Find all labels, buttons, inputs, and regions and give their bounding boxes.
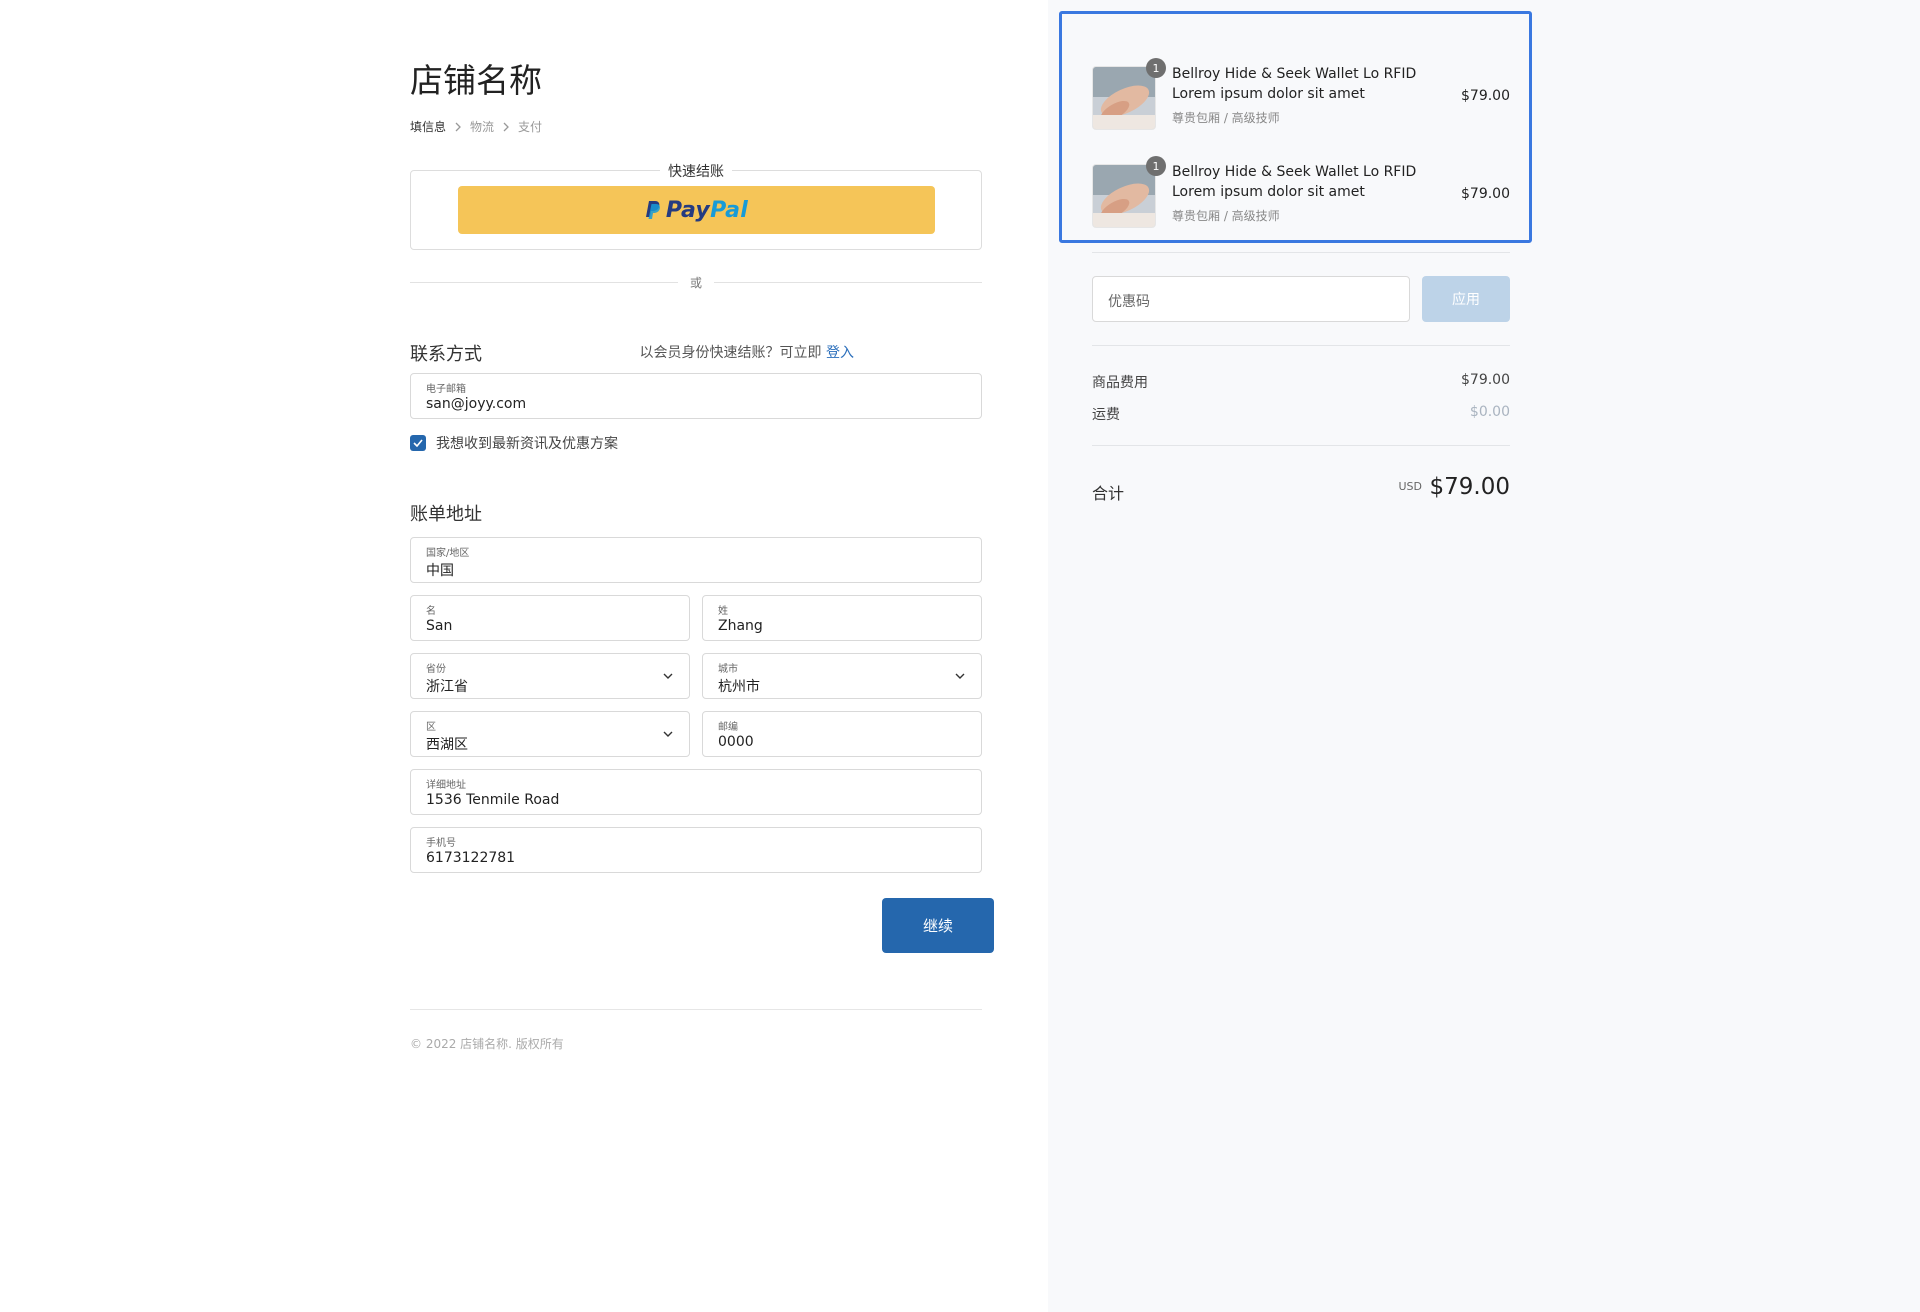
product-price: $79.00 — [1461, 186, 1510, 202]
address-field[interactable]: 详细地址 1536 Tenmile Road — [410, 769, 982, 815]
summary-divider — [1092, 252, 1510, 253]
city-label: 城市 — [718, 664, 738, 675]
district-label: 区 — [426, 722, 436, 733]
checkmark-icon — [413, 439, 423, 447]
subtotal-row: 商品费用 $79.00 — [1092, 372, 1510, 392]
first-name-label: 名 — [426, 606, 436, 617]
product-name: Bellroy Hide & Seek Wallet Lo RFID Lorem… — [1172, 164, 1417, 200]
paypal-logo-icon — [645, 200, 661, 220]
last-name-field[interactable]: 姓 Zhang — [702, 595, 982, 641]
total-label: 合计 — [1092, 484, 1125, 503]
cart-item: 1 Bellroy Hide & Seek Wallet Lo RFID Lor… — [1092, 156, 1510, 228]
store-name: 店铺名称 — [410, 61, 542, 100]
zip-label: 邮编 — [718, 722, 738, 733]
shipping-label: 运费 — [1092, 407, 1120, 423]
product-variant: 尊贵包厢 / 高级技师 — [1172, 111, 1280, 125]
first-name-field[interactable]: 名 San — [410, 595, 690, 641]
product-thumbnail — [1092, 164, 1156, 228]
or-divider: 或 — [410, 274, 982, 290]
product-name: Bellroy Hide & Seek Wallet Lo RFID Lorem… — [1172, 66, 1417, 102]
footer-divider — [410, 1009, 982, 1010]
apply-coupon-button[interactable]: 应用 — [1422, 276, 1510, 322]
continue-button[interactable]: 继续 — [882, 898, 994, 953]
province-select[interactable]: 省份 浙江省 — [410, 653, 690, 699]
subtotal-value: $79.00 — [1461, 372, 1510, 388]
address-value: 1536 Tenmile Road — [426, 792, 560, 808]
email-field[interactable]: 电子邮箱 san@joyy.com — [410, 373, 982, 419]
email-field-value: san@joyy.com — [426, 396, 527, 412]
phone-label: 手机号 — [426, 838, 456, 849]
paypal-button[interactable]: PayPal — [458, 186, 935, 234]
summary-divider — [1092, 345, 1510, 346]
chevron-down-icon — [955, 673, 965, 679]
footer-copyright: © 2022 店铺名称. 版权所有 — [410, 1037, 564, 1051]
chevron-right-icon — [503, 122, 509, 131]
province-label: 省份 — [426, 664, 446, 675]
currency-code: USD — [1398, 480, 1422, 493]
total-row: 合计 USD $79.00 — [1092, 474, 1510, 504]
express-checkout-box: 快速结账 PayPal — [410, 161, 982, 250]
district-value: 西湖区 — [426, 737, 468, 753]
address-label: 详细地址 — [426, 780, 466, 791]
product-price: $79.00 — [1461, 88, 1510, 104]
phone-value: 6173122781 — [426, 850, 516, 866]
breadcrumb-step-shipping[interactable]: 物流 — [470, 118, 494, 135]
country-select[interactable]: 国家/地区 中国 — [410, 537, 982, 583]
summary-divider — [1092, 445, 1510, 446]
zip-field[interactable]: 邮编 0000 — [702, 711, 982, 757]
billing-section-title: 账单地址 — [410, 504, 482, 525]
first-name-value: San — [426, 618, 453, 634]
newsletter-option: 我想收到最新资讯及优惠方案 — [410, 433, 618, 453]
chevron-right-icon — [455, 122, 461, 131]
product-variant: 尊贵包厢 / 高级技师 — [1172, 209, 1280, 223]
newsletter-checkbox[interactable] — [410, 435, 426, 451]
phone-field[interactable]: 手机号 6173122781 — [410, 827, 982, 873]
express-checkout-title: 快速结账 — [660, 161, 732, 181]
cart-item: 1 Bellroy Hide & Seek Wallet Lo RFID Lor… — [1092, 58, 1510, 130]
member-login-prompt: 以会员身份快速结账？可立即 登入 — [640, 342, 854, 362]
login-link[interactable]: 登入 — [826, 345, 854, 361]
breadcrumb-step-info[interactable]: 填信息 — [410, 118, 446, 135]
paypal-wordmark-pal: Pal — [710, 197, 749, 223]
contact-section-title: 联系方式 — [410, 344, 482, 365]
or-text: 或 — [689, 276, 703, 290]
shipping-value: $0.00 — [1469, 404, 1510, 420]
email-field-label: 电子邮箱 — [426, 384, 466, 395]
country-label: 国家/地区 — [426, 548, 470, 559]
last-name-value: Zhang — [718, 618, 763, 634]
product-thumbnail — [1092, 66, 1156, 130]
last-name-label: 姓 — [718, 606, 728, 617]
chevron-down-icon — [663, 731, 673, 737]
newsletter-label: 我想收到最新资讯及优惠方案 — [436, 436, 618, 452]
chevron-down-icon — [663, 673, 673, 679]
breadcrumb: 填信息 物流 支付 — [410, 118, 542, 135]
coupon-placeholder: 优惠码 — [1108, 294, 1150, 310]
breadcrumb-step-payment[interactable]: 支付 — [518, 118, 542, 135]
member-prompt-text: 以会员身份快速结账？可立即 — [639, 345, 822, 361]
paypal-wordmark-pay: Pay — [665, 197, 711, 223]
shipping-row: 运费 $0.00 — [1092, 404, 1510, 424]
city-value: 杭州市 — [718, 679, 760, 695]
city-select[interactable]: 城市 杭州市 — [702, 653, 982, 699]
district-select[interactable]: 区 西湖区 — [410, 711, 690, 757]
quantity-badge: 1 — [1146, 58, 1166, 78]
province-value: 浙江省 — [426, 679, 468, 695]
subtotal-label: 商品费用 — [1092, 375, 1148, 391]
zip-value: 0000 — [718, 734, 754, 750]
country-value: 中国 — [426, 563, 454, 579]
quantity-badge: 1 — [1146, 156, 1166, 176]
total-amount: $79.00 — [1429, 474, 1510, 500]
coupon-input[interactable]: 优惠码 — [1092, 276, 1410, 322]
